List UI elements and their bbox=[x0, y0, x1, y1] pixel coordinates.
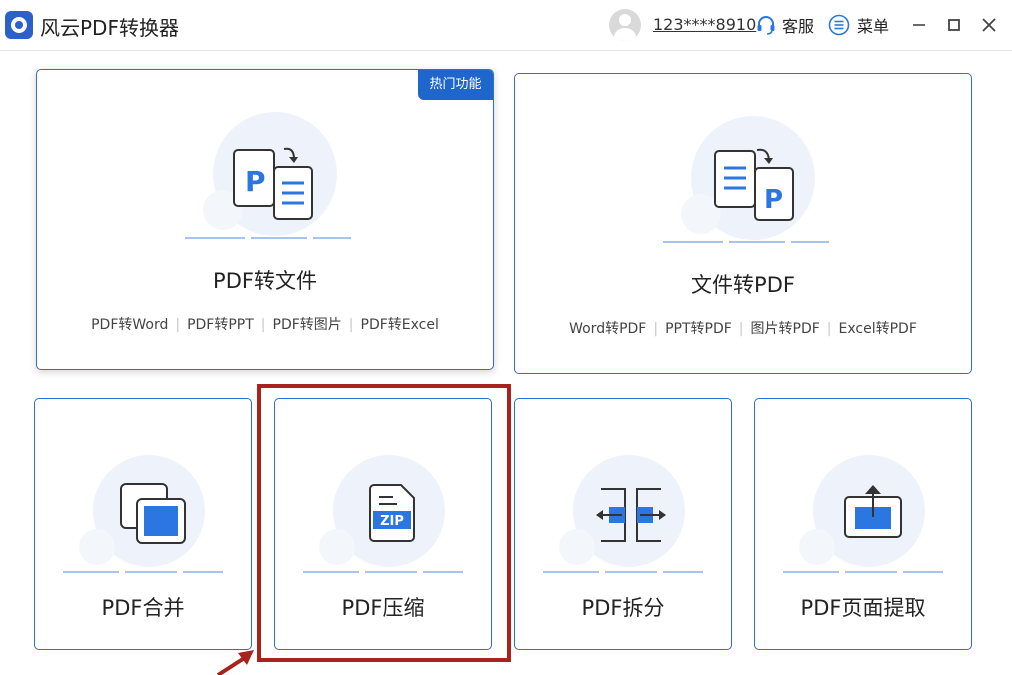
link-separator: | bbox=[653, 321, 659, 337]
minimize-icon bbox=[913, 24, 925, 26]
pdf-to-ppt-link[interactable]: PDF转PPT bbox=[187, 317, 254, 333]
word-to-pdf-link[interactable]: Word转PDF bbox=[569, 321, 646, 337]
svg-text:P: P bbox=[245, 165, 266, 198]
file-to-pdf-card[interactable]: P 文件转PDF Word转PDF | PPT转PDF | 图片转PDF | Excel转P… bbox=[514, 73, 972, 374]
user-account-link[interactable]: 123****8910 bbox=[653, 15, 756, 34]
link-separator: | bbox=[260, 317, 266, 333]
card-base-line bbox=[543, 571, 703, 573]
list-icon bbox=[828, 14, 850, 36]
image-to-pdf-link[interactable]: 图片转PDF bbox=[751, 321, 820, 337]
card-base-line bbox=[303, 571, 463, 573]
merge-icon bbox=[120, 483, 186, 544]
card-base-line bbox=[783, 571, 943, 573]
pdf-extract-card[interactable]: PDF页面提取 bbox=[754, 398, 972, 650]
link-separator: | bbox=[175, 317, 181, 333]
file-to-pdf-links: Word转PDF | PPT转PDF | 图片转PDF | Excel转PDF bbox=[515, 318, 971, 338]
menu-button[interactable]: 菜单 bbox=[828, 13, 889, 37]
app-logo-icon bbox=[5, 11, 33, 39]
pdf-split-card[interactable]: PDF拆分 bbox=[514, 398, 732, 650]
pdf-compress-card[interactable]: ZIP PDF压缩 bbox=[274, 398, 492, 650]
maximize-icon bbox=[948, 19, 960, 31]
customer-service-button[interactable]: 客服 bbox=[755, 13, 814, 37]
file-to-pdf-icon: P bbox=[714, 148, 794, 221]
split-icon bbox=[596, 488, 666, 542]
pdf-merge-title: PDF合并 bbox=[101, 596, 185, 620]
headset-icon bbox=[757, 16, 775, 35]
file-to-pdf-title: 文件转PDF bbox=[691, 273, 795, 297]
title-bar: 风云PDF转换器 123****8910 客服 菜单 bbox=[0, 0, 1012, 51]
pdf-to-image-link[interactable]: PDF转图片 bbox=[273, 317, 342, 333]
pdf-extract-title: PDF页面提取 bbox=[800, 596, 926, 620]
zip-file-icon: ZIP bbox=[369, 484, 415, 542]
avatar-icon[interactable] bbox=[609, 9, 641, 41]
pdf-to-file-links: PDF转Word | PDF转PPT | PDF转图片 | PDF转Excel bbox=[37, 314, 493, 334]
extract-page-icon bbox=[844, 485, 902, 538]
app-title: 风云PDF转换器 bbox=[40, 16, 179, 40]
close-button[interactable] bbox=[977, 13, 1001, 37]
pdf-to-file-card[interactable]: 热门功能 P PDF转文件 PDF转Word | PDF转PPT | PDF转图片 | PD… bbox=[36, 69, 494, 370]
pdf-to-word-link[interactable]: PDF转Word bbox=[91, 317, 168, 333]
hot-feature-badge: 热门功能 bbox=[418, 70, 493, 100]
link-separator: | bbox=[738, 321, 744, 337]
link-separator: | bbox=[348, 317, 354, 333]
card-base-line bbox=[63, 571, 223, 573]
pdf-to-file-icon: P bbox=[233, 147, 313, 220]
maximize-button[interactable] bbox=[942, 13, 966, 37]
pdf-split-title: PDF拆分 bbox=[581, 596, 665, 620]
excel-to-pdf-link[interactable]: Excel转PDF bbox=[839, 321, 917, 337]
pdf-compress-title: PDF压缩 bbox=[341, 596, 425, 620]
pdf-to-excel-link[interactable]: PDF转Excel bbox=[361, 317, 439, 333]
svg-text:ZIP: ZIP bbox=[380, 514, 404, 529]
menu-label: 菜单 bbox=[857, 17, 890, 36]
customer-service-label: 客服 bbox=[782, 17, 815, 36]
annotation-arrow-icon bbox=[216, 650, 254, 675]
close-icon bbox=[982, 18, 996, 32]
card-base-line bbox=[185, 237, 351, 239]
pdf-merge-card[interactable]: PDF合并 bbox=[34, 398, 252, 650]
card-base-line bbox=[663, 241, 829, 243]
svg-text:P: P bbox=[764, 185, 783, 215]
ppt-to-pdf-link[interactable]: PPT转PDF bbox=[665, 321, 732, 337]
link-separator: | bbox=[826, 321, 832, 337]
pdf-to-file-title: PDF转文件 bbox=[213, 269, 317, 293]
minimize-button[interactable] bbox=[907, 13, 931, 37]
